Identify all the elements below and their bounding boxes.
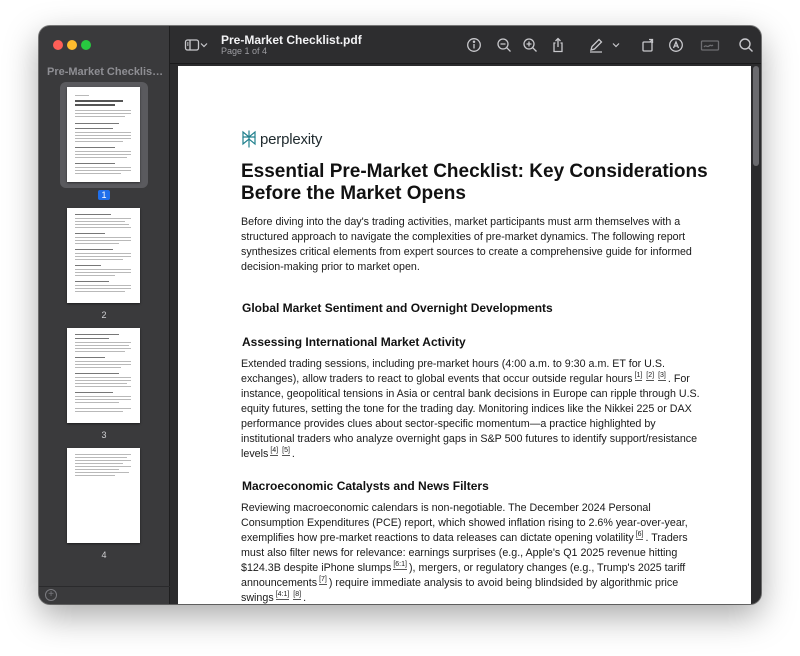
document-viewport[interactable]: perplexity Essential Pre-Market Checklis…	[170, 64, 761, 604]
sidebar-footer: +	[39, 586, 170, 604]
citation-link[interactable]: [8]	[293, 591, 302, 601]
subsection-heading-international: Assessing International Market Activity	[242, 335, 466, 349]
sidebar-title: Pre-Market Checklist....	[47, 66, 165, 78]
perplexity-logo: perplexity	[241, 130, 322, 148]
page-thumbnail-3[interactable]	[67, 328, 140, 423]
thumbnail-label-3: 3	[101, 430, 107, 440]
preview-window: Pre-Market Checklist.... 1 2 3 4 + Pre-M…	[39, 26, 761, 604]
citation-link[interactable]: [6:1]	[393, 561, 407, 571]
page-thumbnail-1[interactable]	[67, 87, 140, 182]
search-icon[interactable]	[736, 35, 756, 55]
paragraph-macro-catalysts: Reviewing macroeconomic calendars is non…	[241, 502, 688, 604]
page-indicator: Page 1 of 4	[221, 46, 268, 56]
markup-chevron-down-icon[interactable]	[610, 35, 622, 55]
markup-pen-icon[interactable]	[586, 35, 606, 55]
citation-link[interactable]: [3]	[658, 372, 666, 382]
paragraph-international-activity: Extended trading sessions, including pre…	[241, 358, 700, 460]
signature-icon[interactable]	[698, 35, 722, 55]
document-heading: Essential Pre-Market Checklist: Key Cons…	[241, 161, 708, 204]
rotate-icon[interactable]	[638, 35, 658, 55]
page-thumbnail-2[interactable]	[67, 208, 140, 303]
thumbnail-label-4: 4	[101, 550, 107, 560]
citation-link[interactable]: [2]	[646, 372, 655, 382]
thumbnail-label-2: 2	[101, 310, 107, 320]
citation-link[interactable]: [4:1]	[275, 591, 290, 601]
document-title: Pre-Market Checklist.pdf	[221, 33, 362, 47]
minimize-window-button[interactable]	[67, 40, 77, 50]
perplexity-logo-icon	[242, 130, 256, 148]
share-icon[interactable]	[548, 35, 568, 55]
citation-link[interactable]: [5]	[282, 447, 290, 457]
vertical-scrollbar[interactable]	[753, 66, 759, 166]
thumbnail-label-1: 1	[39, 190, 169, 200]
info-icon[interactable]	[464, 35, 484, 55]
pdf-page: perplexity Essential Pre-Market Checklis…	[178, 66, 751, 604]
logo-text: perplexity	[260, 130, 323, 148]
page-thumbnail-4[interactable]	[67, 448, 140, 543]
chevron-down-icon[interactable]	[198, 35, 210, 55]
fullscreen-window-button[interactable]	[81, 40, 91, 50]
citation-link[interactable]: [7]	[319, 576, 327, 586]
citation-link[interactable]: [4]	[270, 447, 279, 457]
thumbnail-sidebar: Pre-Market Checklist.... 1 2 3 4 +	[39, 26, 170, 604]
intro-paragraph: Before diving into the day's trading act…	[241, 216, 692, 273]
zoom-out-icon[interactable]	[494, 35, 514, 55]
citation-link[interactable]: [6]	[635, 531, 644, 541]
subsection-heading-macro-catalysts: Macroeconomic Catalysts and News Filters	[242, 479, 489, 493]
citation-link[interactable]: [1]	[634, 372, 643, 382]
section-heading-global-sentiment: Global Market Sentiment and Overnight De…	[242, 301, 553, 315]
add-page-icon[interactable]: +	[45, 589, 57, 601]
close-window-button[interactable]	[53, 40, 63, 50]
zoom-in-icon[interactable]	[520, 35, 540, 55]
toolbar: Pre-Market Checklist.pdf Page 1 of 4	[170, 26, 761, 64]
annotate-icon[interactable]	[666, 35, 686, 55]
